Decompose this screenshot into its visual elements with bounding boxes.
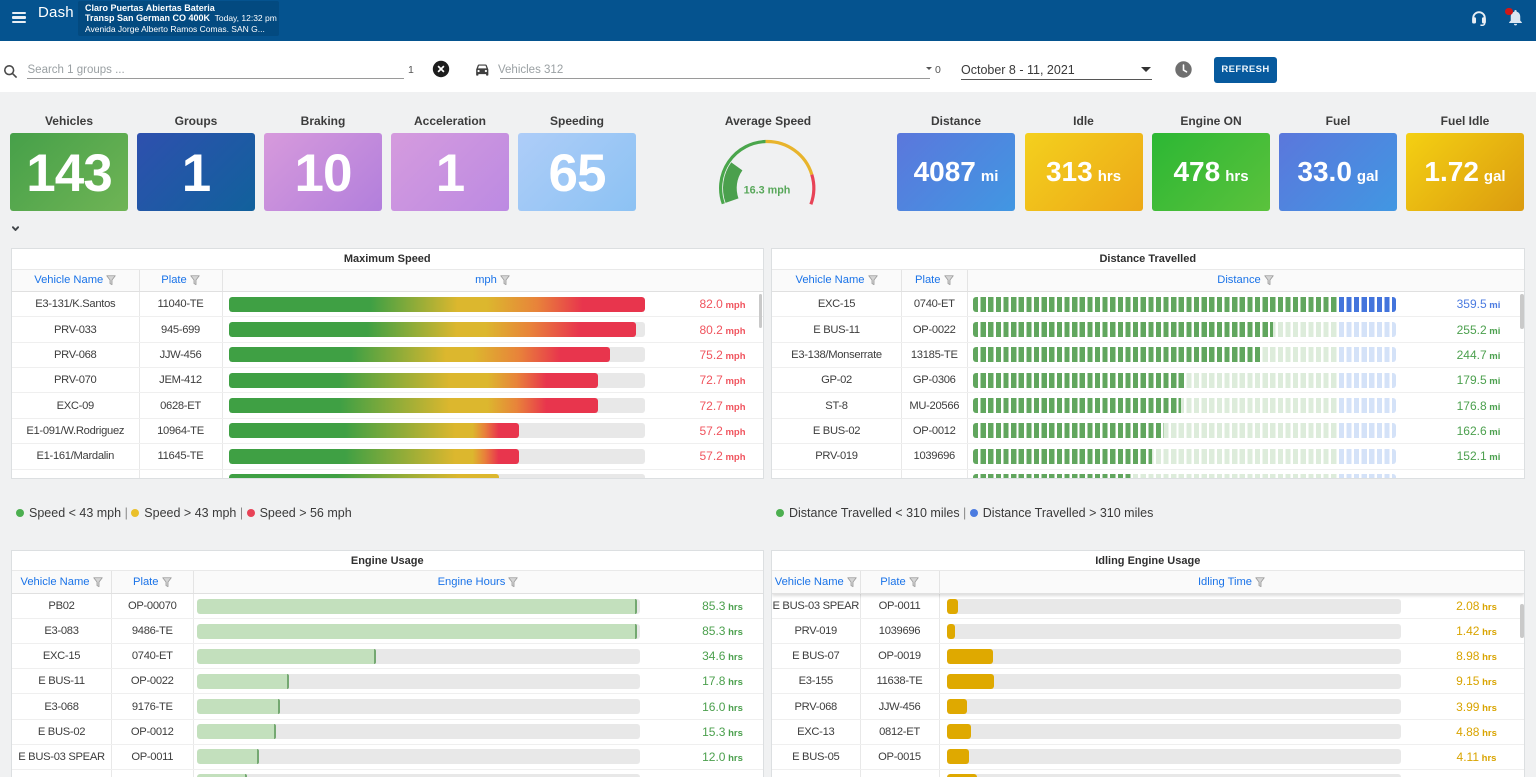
svg-text:16.3 mph: 16.3 mph <box>744 184 791 196</box>
